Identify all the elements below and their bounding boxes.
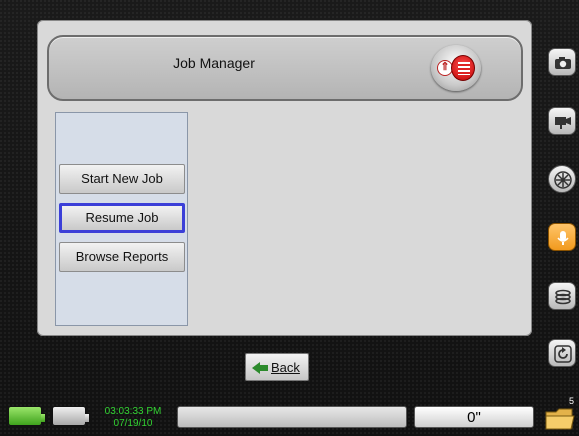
job-manager-icon: ⇑ [431,45,481,91]
sonde-icon [554,171,572,189]
title-bar: Job Manager ⇑ [47,35,523,101]
back-button-label: Back [271,360,300,375]
folder-button[interactable]: 5 [544,396,576,432]
status-bar: 03:03:33 PM 07/19/10 0" 5 [0,394,579,436]
back-button[interactable]: Back [245,353,309,381]
battery-icon [8,406,46,426]
video-camera-icon [555,117,571,129]
sonde-button[interactable] [548,165,576,193]
date-text: 07/19/10 [113,418,153,429]
reel-button[interactable] [548,282,576,310]
start-new-job-button[interactable]: Start New Job [59,164,185,194]
folder-icon [545,408,575,430]
audio-button[interactable] [548,223,576,251]
rotate-icon [554,345,572,363]
main-screen: Job Manager ⇑ Start New Job Resume Job B… [37,20,532,336]
browse-reports-button[interactable]: Browse Reports [59,242,185,272]
page-title: Job Manager [173,55,255,71]
resume-job-button[interactable]: Resume Job [59,203,185,233]
clock-display: 03:03:33 PM 07/19/10 [94,406,172,430]
reel-icon [555,289,571,305]
folder-count: 5 [568,396,574,406]
status-message-field [177,406,407,428]
video-record-button[interactable] [548,107,576,135]
camera-icon [555,57,571,69]
camera-button[interactable] [548,48,576,76]
distance-counter: 0" [414,406,534,428]
job-menu: Start New Job Resume Job Browse Reports [55,112,188,326]
battery-icon [52,406,90,426]
time-text: 03:03:33 PM [104,406,162,417]
rotate-button[interactable] [548,339,576,367]
back-arrow-icon [252,362,268,374]
report-list-icon [451,55,475,81]
microphone-icon [557,231,569,245]
